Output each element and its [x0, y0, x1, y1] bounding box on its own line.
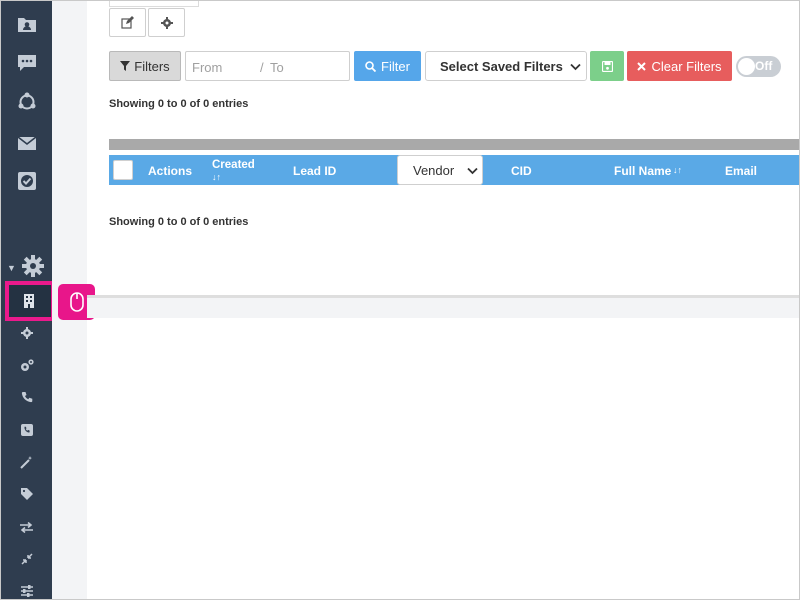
filters-button-label: Filters: [134, 58, 170, 74]
saved-filters-select[interactable]: Select Saved Filters: [425, 51, 587, 81]
column-lead-id[interactable]: Lead ID: [293, 164, 336, 178]
column-email[interactable]: Email: [725, 164, 757, 178]
created-sort-icon[interactable]: ↓↑: [212, 172, 221, 182]
app-window: ▼ Filters From / To Filter Select Saved …: [0, 0, 800, 600]
lower-panel-strip: [87, 298, 799, 318]
filter-button-label: Filter: [381, 58, 410, 74]
showing-entries-top: Showing 0 to 0 of 0 entries: [109, 98, 249, 110]
close-icon: [637, 61, 647, 71]
sidebar: ▼: [1, 1, 55, 599]
vendor-column-select[interactable]: Vendor: [397, 155, 483, 185]
edit-button[interactable]: [109, 8, 146, 37]
column-actions: Actions: [148, 164, 193, 178]
filters-button[interactable]: Filters: [109, 51, 181, 81]
compress-icon[interactable]: [1, 551, 52, 567]
gear-icon: [160, 16, 173, 29]
toggle-knob: [738, 58, 755, 75]
column-created[interactable]: Created: [212, 159, 255, 171]
filter-button[interactable]: Filter: [354, 51, 421, 81]
column-full-name[interactable]: Full Name: [614, 164, 671, 178]
settings-gear-icon[interactable]: [7, 254, 58, 278]
integrations-icon[interactable]: [1, 91, 52, 113]
tag-icon[interactable]: [1, 486, 52, 502]
clear-filters-label: Clear Filters: [651, 58, 722, 74]
chat-icon[interactable]: [1, 52, 52, 74]
magic-wand-icon[interactable]: [1, 454, 52, 470]
contacts-folder-icon[interactable]: [1, 13, 52, 35]
saved-filters-label: Select Saved Filters: [440, 58, 563, 74]
sliders-icon[interactable]: [1, 583, 52, 599]
select-all-checkbox[interactable]: [113, 160, 133, 180]
clear-filters-button[interactable]: Clear Filters: [627, 51, 732, 81]
funnel-icon: [120, 61, 131, 71]
date-to-placeholder[interactable]: To: [270, 60, 284, 75]
mail-icon[interactable]: [1, 132, 52, 154]
floppy-disk-icon: [601, 60, 613, 72]
tasks-icon[interactable]: [1, 170, 52, 192]
showing-entries-bottom: Showing 0 to 0 of 0 entries: [109, 216, 249, 228]
top-card-edge: [109, 1, 199, 7]
column-cid[interactable]: CID: [511, 164, 532, 178]
edit-icon: [121, 16, 134, 29]
full-name-sort-icon[interactable]: ↓↑: [673, 165, 682, 175]
chevron-down-icon: [570, 63, 581, 71]
date-separator: /: [260, 60, 264, 75]
chevron-down-icon: [467, 167, 478, 175]
building-icon[interactable]: [3, 289, 54, 313]
date-from-placeholder[interactable]: From: [192, 60, 222, 75]
table-horizontal-scrollbar[interactable]: [109, 139, 799, 150]
date-range-input[interactable]: From / To: [185, 51, 350, 81]
exchange-icon[interactable]: [1, 519, 52, 535]
toggle-label: Off: [755, 59, 773, 73]
save-filter-button[interactable]: [590, 51, 624, 81]
search-icon: [365, 60, 377, 72]
phone-icon[interactable]: [1, 389, 52, 405]
phone-square-icon[interactable]: [1, 422, 52, 438]
settings-button[interactable]: [148, 8, 185, 37]
vendor-select-label: Vendor: [413, 162, 455, 178]
gear-icon[interactable]: [1, 325, 52, 341]
gears-icon[interactable]: [1, 357, 52, 373]
mouse-icon: [69, 292, 84, 312]
filter-toggle[interactable]: Off: [736, 56, 781, 77]
